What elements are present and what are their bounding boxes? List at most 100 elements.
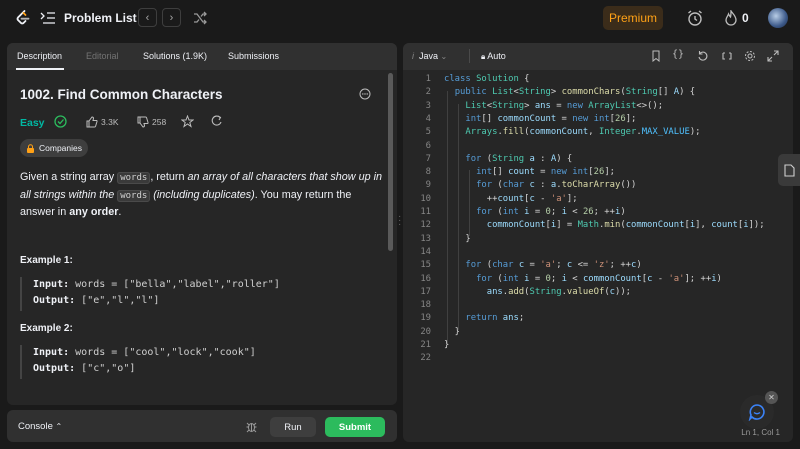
format-braces-icon[interactable]: {} <box>672 49 684 61</box>
submit-button[interactable]: Submit <box>325 417 385 437</box>
code-editor-panel: i Java ⌄ 🔒︎ Auto {} 1 2 3 4 5 6 7 8 9 10 11 12 13 14 1… <box>403 43 793 442</box>
run-button[interactable]: Run <box>270 417 316 437</box>
companies-tag[interactable]: Companies <box>20 139 88 157</box>
streak-fire-icon[interactable] <box>724 10 738 27</box>
code-bracket-icon[interactable] <box>721 50 733 62</box>
line-number: 16 <box>420 273 431 284</box>
problem-list-menu-icon[interactable] <box>40 11 56 25</box>
editor-toolbar: i Java ⌄ 🔒︎ Auto {} <box>403 43 793 70</box>
page-title: 1002. Find Common Characters <box>20 87 223 102</box>
bookmark-icon[interactable] <box>650 50 662 62</box>
dislike-button[interactable]: 258 <box>137 116 166 128</box>
side-notes-tab[interactable] <box>778 154 800 186</box>
leetcode-logo-icon[interactable] <box>14 9 32 27</box>
tab-solutions[interactable]: Solutions (1.9K) <box>143 51 207 61</box>
lock-icon: 🔒︎ <box>481 52 486 61</box>
solved-check-icon <box>54 115 67 128</box>
code-line: commonCount[i] = Math.min(commonCount[i]… <box>486 220 765 231</box>
line-number: 5 <box>425 127 431 138</box>
code-line: int[] commonCount = new int[26]; <box>465 113 637 124</box>
code-line: int[] count = new int[26]; <box>476 167 615 178</box>
debug-bug-icon[interactable] <box>245 420 258 433</box>
autosave-status[interactable]: 🔒︎ Auto <box>481 51 506 62</box>
document-icon <box>783 163 795 177</box>
reset-icon[interactable] <box>697 50 709 62</box>
share-icon[interactable] <box>210 115 223 128</box>
line-number: 14 <box>420 246 431 257</box>
close-icon[interactable]: ✕ <box>765 391 778 404</box>
fullscreen-icon[interactable] <box>767 50 779 62</box>
example-box: Input: words = ["bella","label","roller"… <box>20 277 375 311</box>
line-number: 20 <box>420 326 431 337</box>
like-button[interactable]: 3.3K <box>86 116 119 128</box>
line-number: 17 <box>420 286 431 297</box>
line-number: 1 <box>425 74 431 84</box>
line-number: 8 <box>425 167 431 178</box>
line-number: 13 <box>420 233 431 244</box>
example-heading: Example 2: <box>20 323 73 334</box>
code-line: } <box>444 340 450 350</box>
line-number: 18 <box>420 300 431 311</box>
premium-button[interactable]: Premium <box>603 6 663 30</box>
thumbs-up-icon <box>86 116 98 128</box>
star-icon[interactable] <box>181 115 194 128</box>
code-line: Arrays.fill(commonCount, Integer.MAX_VAL… <box>465 127 701 138</box>
more-options-icon[interactable] <box>359 88 371 100</box>
example-box: Input: words = ["cool","lock","cook"] Ou… <box>20 345 375 379</box>
difficulty-badge: Easy <box>20 117 45 129</box>
code-line: } <box>444 233 471 244</box>
description-panel: Description Editorial Solutions (1.9K) S… <box>7 43 397 405</box>
code-icon: i <box>412 51 414 61</box>
code-line: for (char c = 'a'; c <= 'z'; ++c) <box>465 260 642 271</box>
console-toggle[interactable]: Console ⌃ <box>18 421 62 432</box>
avatar[interactable] <box>768 8 788 28</box>
inline-code: words <box>117 189 151 202</box>
line-number: 12 <box>420 220 431 231</box>
code-line: public List<String> commonChars(String[]… <box>454 87 696 98</box>
tab-description[interactable]: Description <box>17 51 62 61</box>
line-number: 10 <box>420 193 431 204</box>
cursor-position: Ln 1, Col 1 <box>741 428 780 437</box>
next-problem-button[interactable]: › <box>162 8 181 27</box>
chevron-down-icon: ⌄ <box>440 52 448 61</box>
thumbs-down-icon <box>137 116 149 128</box>
code-line: for (String a : A) { <box>465 153 573 164</box>
language-select[interactable]: Java ⌄ <box>419 51 447 61</box>
code-line: for (int i = 0; i < commonCount[c - 'a']… <box>476 273 722 284</box>
line-number: 22 <box>420 353 431 364</box>
streak-count: 0 <box>742 11 749 25</box>
code-line: for (char c : a.toCharArray()) <box>476 180 637 191</box>
tab-submissions[interactable]: Submissions <box>228 51 279 61</box>
line-number: 15 <box>420 260 431 271</box>
lock-icon <box>27 143 34 153</box>
settings-gear-icon[interactable] <box>744 50 756 62</box>
line-number: 19 <box>420 313 431 324</box>
code-line: for (int i = 0; i < 26; ++i) <box>476 207 626 217</box>
line-number: 21 <box>420 340 431 350</box>
tab-editorial[interactable]: Editorial <box>86 51 119 61</box>
active-tab-indicator <box>16 68 64 70</box>
example-heading: Example 1: <box>20 255 73 266</box>
top-navbar: Problem List ‹ › Premium 0 <box>0 0 800 36</box>
line-number: 3 <box>425 100 431 111</box>
problem-list-link[interactable]: Problem List <box>64 11 137 25</box>
inline-code: words <box>117 172 151 184</box>
panel-resize-handle[interactable]: · · · <box>398 212 402 230</box>
code-line: } <box>444 326 461 337</box>
line-number: 11 <box>420 207 431 217</box>
line-number: 9 <box>425 180 431 191</box>
chevron-right-icon: › <box>169 11 174 24</box>
description-scrollbar[interactable] <box>388 73 393 251</box>
toolbar-divider <box>469 49 470 63</box>
line-number: 4 <box>425 113 431 124</box>
code-line: List<String> ans = new ArrayList<>(); <box>465 100 664 111</box>
description-tabs: Description Editorial Solutions (1.9K) S… <box>7 43 397 70</box>
like-count: 3.3K <box>101 117 119 127</box>
prev-problem-button[interactable]: ‹ <box>138 8 157 27</box>
timer-icon[interactable] <box>686 9 704 27</box>
code-line: return ans; <box>465 313 525 324</box>
companies-label: Companies <box>39 143 82 153</box>
shuffle-icon[interactable] <box>192 10 208 26</box>
code-line: class Solution { <box>444 74 530 84</box>
code-line: ans.add(String.valueOf(c)); <box>486 286 632 297</box>
